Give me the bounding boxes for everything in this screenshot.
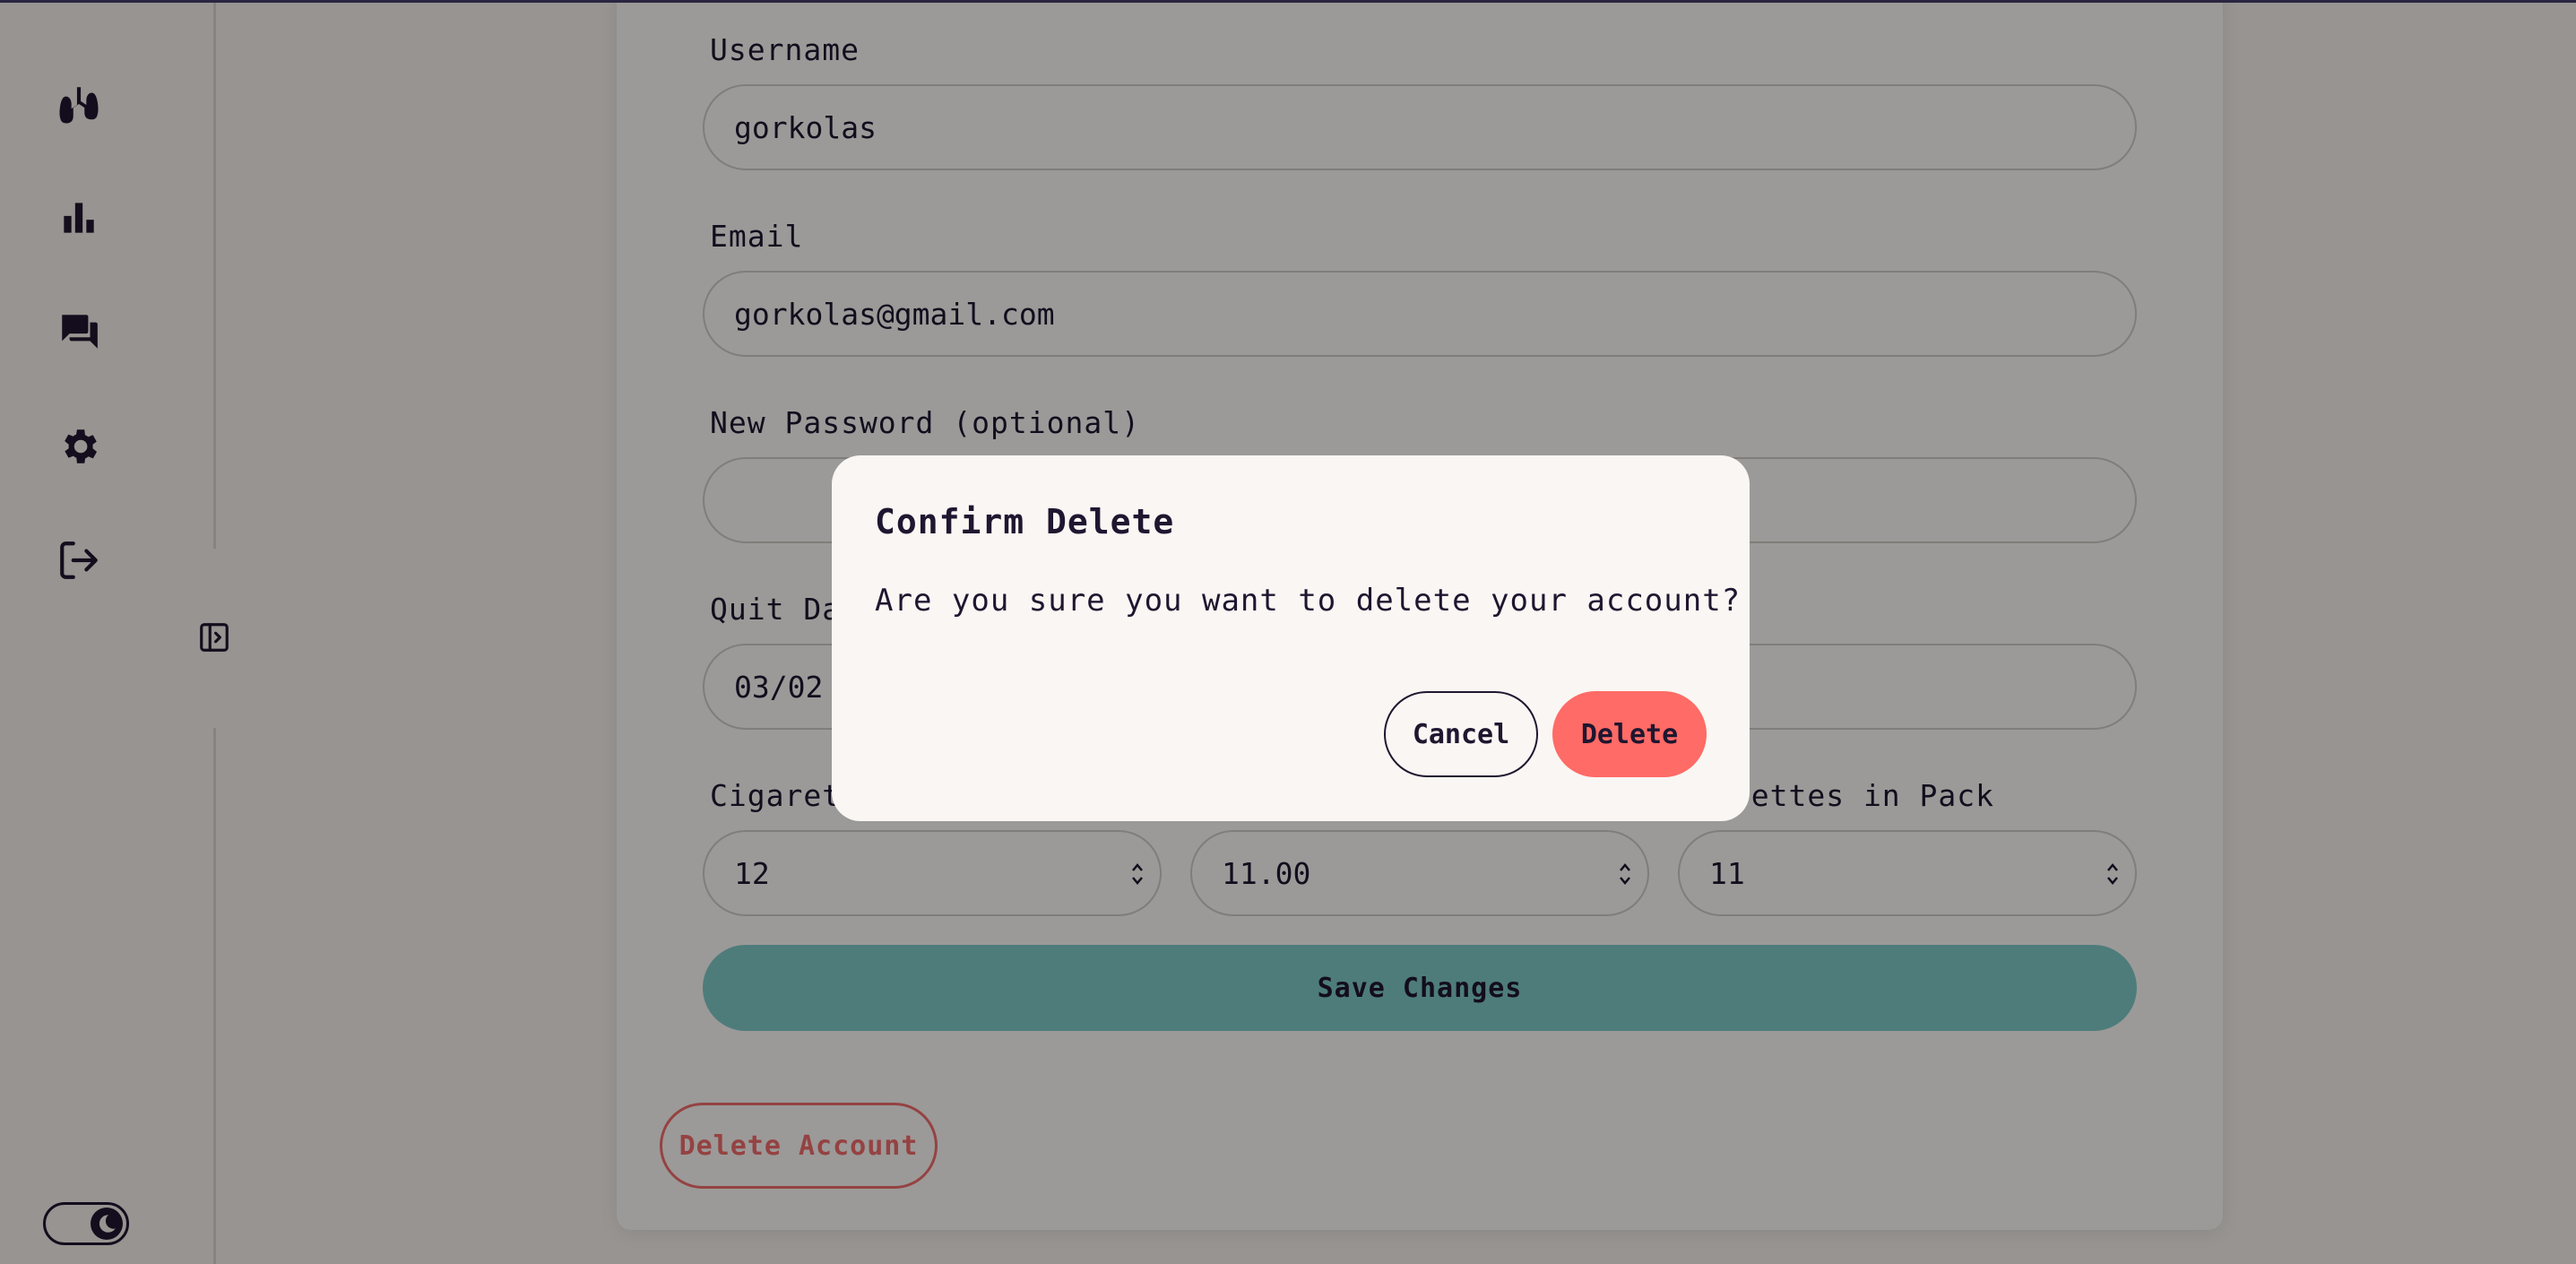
- cancel-button[interactable]: Cancel: [1384, 691, 1538, 777]
- top-border: [0, 0, 2576, 3]
- dialog-title: Confirm Delete: [875, 502, 1175, 541]
- confirm-delete-button[interactable]: Delete: [1552, 691, 1707, 777]
- confirm-delete-dialog: Confirm Delete Are you sure you want to …: [832, 455, 1750, 821]
- dialog-message: Are you sure you want to delete your acc…: [875, 583, 1742, 619]
